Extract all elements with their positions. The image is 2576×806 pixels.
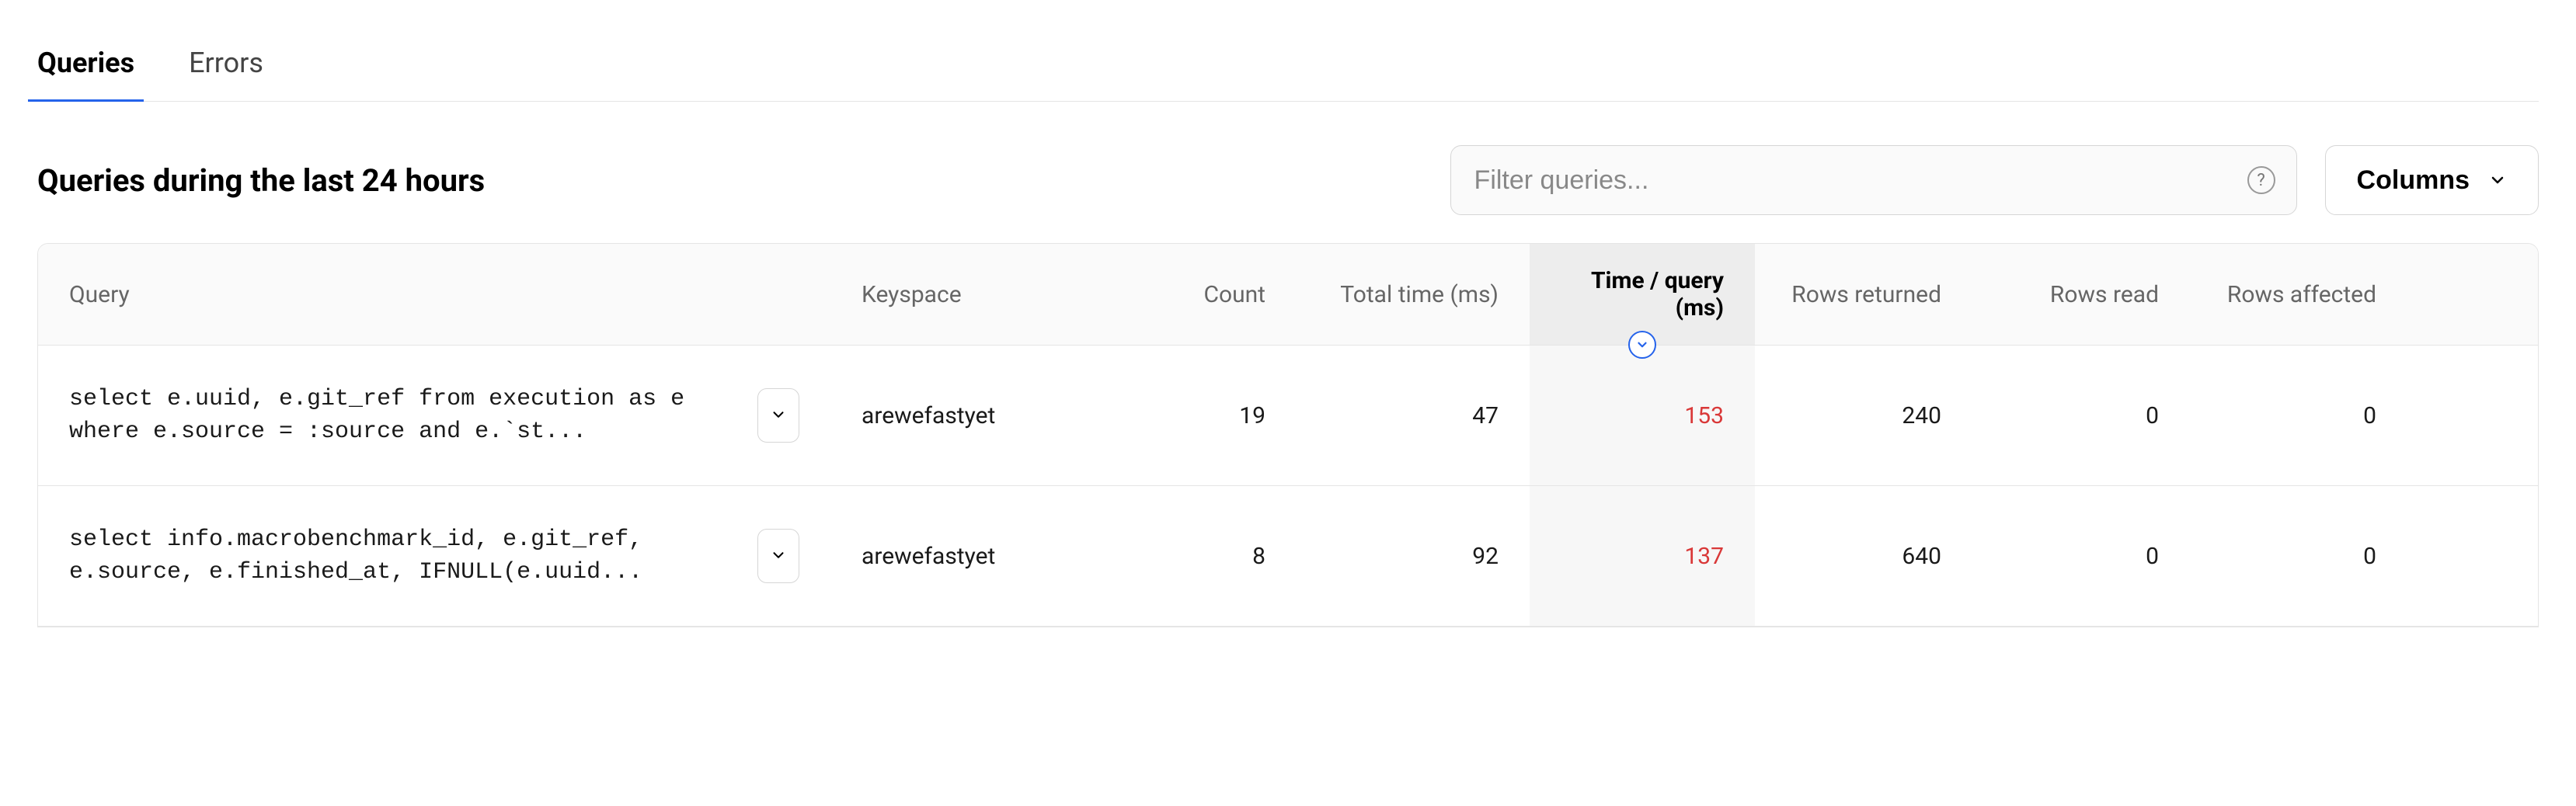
td-total-time: 92	[1297, 486, 1530, 626]
td-time-per-query: 153	[1530, 346, 1755, 485]
page-title: Queries during the last 24 hours	[37, 162, 485, 199]
th-rows-read[interactable]: Rows read	[1972, 244, 2190, 345]
help-icon[interactable]: ?	[2247, 166, 2275, 194]
td-rows-returned: 240	[1755, 346, 1972, 485]
chevron-down-icon	[770, 402, 787, 429]
tab-queries[interactable]: Queries	[37, 47, 134, 101]
td-query: select info.macrobenchmark_id, e.git_ref…	[38, 486, 830, 626]
sort-indicator-icon	[1628, 331, 1656, 359]
columns-button[interactable]: Columns	[2325, 145, 2539, 215]
th-time-per-query[interactable]: Time / query (ms)	[1530, 244, 1755, 345]
td-count: 19	[1063, 346, 1297, 485]
expand-query-button[interactable]	[757, 388, 799, 443]
th-count[interactable]: Count	[1063, 244, 1297, 345]
th-keyspace[interactable]: Keyspace	[830, 244, 1063, 345]
chevron-down-icon	[770, 543, 787, 570]
td-rows-read: 0	[1972, 346, 2190, 485]
table-row: select e.uuid, e.git_ref from execution …	[38, 346, 2538, 486]
chevron-down-icon	[2488, 171, 2507, 189]
th-time-per-query-label: Time / query (ms)	[1561, 267, 1724, 321]
th-rows-returned[interactable]: Rows returned	[1755, 244, 1972, 345]
th-query[interactable]: Query	[38, 244, 830, 345]
query-text: select e.uuid, e.git_ref from execution …	[69, 383, 737, 448]
th-total-time[interactable]: Total time (ms)	[1297, 244, 1530, 345]
td-rows-read: 0	[1972, 486, 2190, 626]
td-keyspace: arewefastyet	[830, 346, 1063, 485]
table-body: select e.uuid, e.git_ref from execution …	[38, 346, 2538, 627]
columns-button-label: Columns	[2357, 165, 2470, 196]
td-rows-affected: 0	[2190, 486, 2407, 626]
table-header: Query Keyspace Count Total time (ms) Tim…	[38, 244, 2538, 346]
expand-query-button[interactable]	[757, 529, 799, 583]
table-row: select info.macrobenchmark_id, e.git_ref…	[38, 486, 2538, 627]
query-text: select info.macrobenchmark_id, e.git_ref…	[69, 523, 737, 589]
td-query: select e.uuid, e.git_ref from execution …	[38, 346, 830, 485]
query-cell: select info.macrobenchmark_id, e.git_ref…	[69, 523, 799, 589]
td-total-time: 47	[1297, 346, 1530, 485]
queries-table: Query Keyspace Count Total time (ms) Tim…	[37, 243, 2539, 627]
filter-input[interactable]	[1450, 145, 2297, 215]
page-header-row: Queries during the last 24 hours ? Colum…	[37, 102, 2539, 243]
th-rows-affected[interactable]: Rows affected	[2190, 244, 2407, 345]
query-cell: select e.uuid, e.git_ref from execution …	[69, 383, 799, 448]
td-keyspace: arewefastyet	[830, 486, 1063, 626]
tabs-bar: Queries Errors	[37, 0, 2539, 102]
td-time-per-query: 137	[1530, 486, 1755, 626]
filter-wrap: ?	[1450, 145, 2297, 215]
tab-errors[interactable]: Errors	[189, 47, 263, 101]
td-rows-affected: 0	[2190, 346, 2407, 485]
header-controls: ? Columns	[1450, 145, 2539, 215]
td-rows-returned: 640	[1755, 486, 1972, 626]
td-count: 8	[1063, 486, 1297, 626]
